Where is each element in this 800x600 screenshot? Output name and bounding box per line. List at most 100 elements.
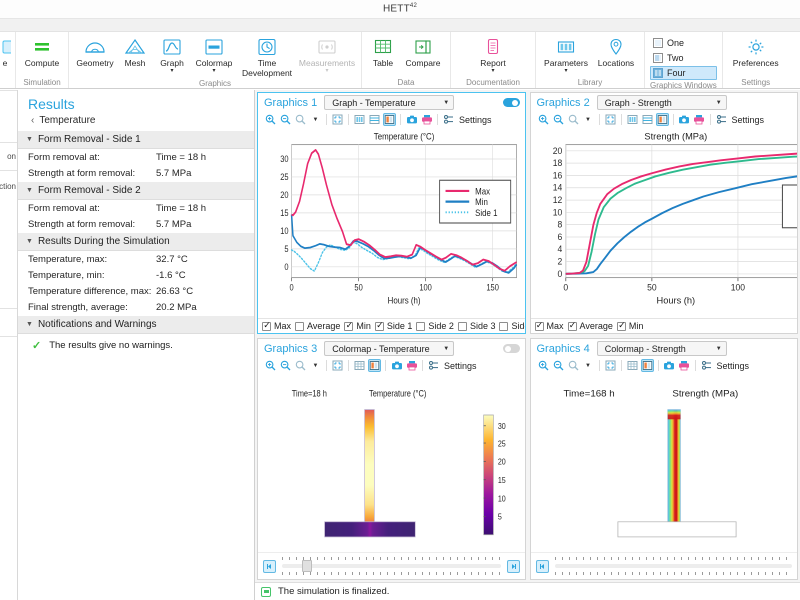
graphics-4-settings-label[interactable]: Settings [717, 361, 750, 371]
graphics-window-option-four[interactable]: Four [650, 66, 717, 80]
graphics-2-view-select[interactable]: Graph - Strength ▼ [596, 95, 727, 110]
graphics-1-view-select[interactable]: Graph - Temperature ▼ [324, 95, 455, 110]
checkbox-min[interactable]: Min [344, 320, 371, 331]
step-back-button[interactable] [535, 559, 549, 573]
settings-icon[interactable] [700, 359, 713, 372]
graph-caret-icon[interactable]: ▾ [170, 68, 173, 74]
time-slider-track[interactable] [554, 555, 792, 577]
graphics-2-settings-label[interactable]: Settings [732, 115, 765, 125]
time-development-button[interactable]: Time Development [238, 35, 296, 78]
preferences-button[interactable]: Preferences [728, 35, 784, 69]
grid-icon[interactable] [368, 113, 381, 126]
report-caret-icon[interactable]: ▾ [491, 68, 494, 74]
graphics-1-canvas[interactable]: 0 5 10 15 20 25 30 0 50 100 150 Temperat… [258, 128, 525, 318]
checkbox-side-2[interactable]: Side 2 [416, 321, 454, 331]
colormap-caret-icon[interactable]: ▾ [212, 68, 215, 74]
camera-icon[interactable] [678, 113, 691, 126]
settings-icon[interactable] [442, 113, 455, 126]
compare-button[interactable]: Compare [401, 35, 445, 69]
zoom-region-icon[interactable] [294, 113, 307, 126]
mesh-button[interactable]: Mesh [118, 35, 152, 69]
back-chevron-icon[interactable]: ‹ [31, 115, 34, 126]
locations-button[interactable]: Locations [593, 35, 639, 69]
camera-icon[interactable] [405, 113, 418, 126]
settings-icon[interactable] [715, 113, 728, 126]
collapsed-left-panel[interactable]: on ction [0, 90, 18, 600]
zoom-extents-icon[interactable] [604, 359, 617, 372]
measurements-caret-icon[interactable]: ▾ [325, 68, 328, 74]
graphics-3-canvas[interactable]: Time=18 h Temperature (°C) 30 25 20 15 1… [258, 374, 525, 552]
legend-icon[interactable] [353, 113, 366, 126]
checkbox-side-4[interactable]: Side 4 [499, 321, 525, 331]
graphics-3-settings-label[interactable]: Settings [444, 361, 477, 371]
camera-icon[interactable] [390, 359, 403, 372]
zoom-region-icon[interactable] [567, 359, 580, 372]
print-icon[interactable] [405, 359, 418, 372]
colorbar-icon[interactable] [655, 113, 669, 126]
graph-button[interactable]: Graph ▾ [154, 35, 190, 74]
table-button[interactable]: Table [367, 35, 399, 69]
breadcrumb[interactable]: ‹ Temperature [18, 114, 254, 130]
checkbox-side-3[interactable]: Side 3 [457, 321, 495, 331]
zoom-out-icon[interactable] [552, 113, 565, 126]
settings-icon[interactable] [427, 359, 440, 372]
graphics-2-canvas[interactable]: 0 2 4 6 8 10 12 14 16 18 20 0 50 100 Str… [530, 128, 797, 318]
checkbox-max[interactable]: Max [534, 320, 564, 331]
colormap-button[interactable]: Colormap ▾ [192, 35, 236, 74]
zoom-extents-icon[interactable] [331, 359, 344, 372]
colorbar-icon[interactable] [368, 359, 381, 372]
colorbar-icon[interactable] [383, 113, 396, 126]
print-icon[interactable] [693, 113, 706, 126]
zoom-in-icon[interactable] [537, 113, 550, 126]
zoom-out-icon[interactable] [552, 359, 565, 372]
graphics-4-canvas[interactable]: Time=168 h Strength (MPa) [530, 374, 797, 552]
checkbox-side-1[interactable]: Side 1 [374, 320, 412, 331]
graphics-4-view-select[interactable]: Colormap - Strength ▼ [596, 341, 727, 356]
graphics-1-toggle[interactable] [502, 98, 520, 107]
zoom-in-icon[interactable] [264, 359, 277, 372]
camera-icon[interactable] [663, 359, 676, 372]
chevron-down-icon[interactable]: ▼ [582, 359, 595, 372]
checkbox-min[interactable]: Min [616, 320, 643, 331]
chevron-down-icon[interactable]: ▼ [309, 113, 322, 126]
grid-icon[interactable] [626, 359, 639, 372]
chevron-down-icon[interactable]: ▼ [582, 113, 595, 126]
zoom-extents-icon[interactable] [331, 113, 344, 126]
grid-icon[interactable] [353, 359, 366, 372]
section-header-results-during-simulation[interactable]: ▼ Results During the Simulation [18, 232, 254, 251]
print-icon[interactable] [420, 113, 433, 126]
report-button[interactable]: Report ▾ [473, 35, 513, 74]
zoom-in-icon[interactable] [537, 359, 550, 372]
ribbon-tab-strip[interactable] [0, 19, 800, 32]
zoom-extents-icon[interactable] [604, 113, 617, 126]
step-forward-button[interactable] [506, 559, 520, 573]
graphics-window-option-two[interactable]: Two [650, 51, 717, 65]
chevron-down-icon[interactable]: ▼ [309, 359, 322, 372]
graphics-1-settings-label[interactable]: Settings [459, 115, 492, 125]
zoom-out-icon[interactable] [279, 113, 292, 126]
section-header-form-removal-side-2[interactable]: ▼ Form Removal - Side 2 [18, 181, 254, 200]
parameters-caret-icon[interactable]: ▾ [564, 68, 567, 74]
graphics-window-option-one[interactable]: One [650, 36, 717, 50]
measurements-button[interactable]: Measurements ▾ [298, 35, 356, 74]
time-slider-track[interactable] [282, 555, 501, 577]
zoom-region-icon[interactable] [294, 359, 307, 372]
checkbox-average[interactable]: Average [567, 320, 613, 331]
section-header-form-removal-side-1[interactable]: ▼ Form Removal - Side 1 [18, 130, 254, 149]
checkbox-max[interactable]: Max [262, 320, 291, 331]
compute-button[interactable]: Compute [21, 35, 63, 69]
print-icon[interactable] [678, 359, 691, 372]
ribbon-item-partial[interactable]: e [0, 35, 12, 69]
parameters-button[interactable]: Parameters ▾ [541, 35, 591, 74]
checkbox-average[interactable]: Average [295, 321, 340, 331]
legend-icon[interactable] [626, 113, 639, 126]
grid-icon[interactable] [641, 113, 654, 126]
zoom-out-icon[interactable] [279, 359, 292, 372]
geometry-button[interactable]: Geometry [74, 35, 116, 69]
section-header-notifications[interactable]: ▼ Notifications and Warnings [18, 315, 254, 334]
zoom-region-icon[interactable] [567, 113, 580, 126]
graphics-3-toggle[interactable] [502, 344, 520, 353]
graphics-3-view-select[interactable]: Colormap - Temperature ▼ [324, 341, 455, 356]
zoom-in-icon[interactable] [264, 113, 277, 126]
step-back-button[interactable] [263, 559, 276, 573]
